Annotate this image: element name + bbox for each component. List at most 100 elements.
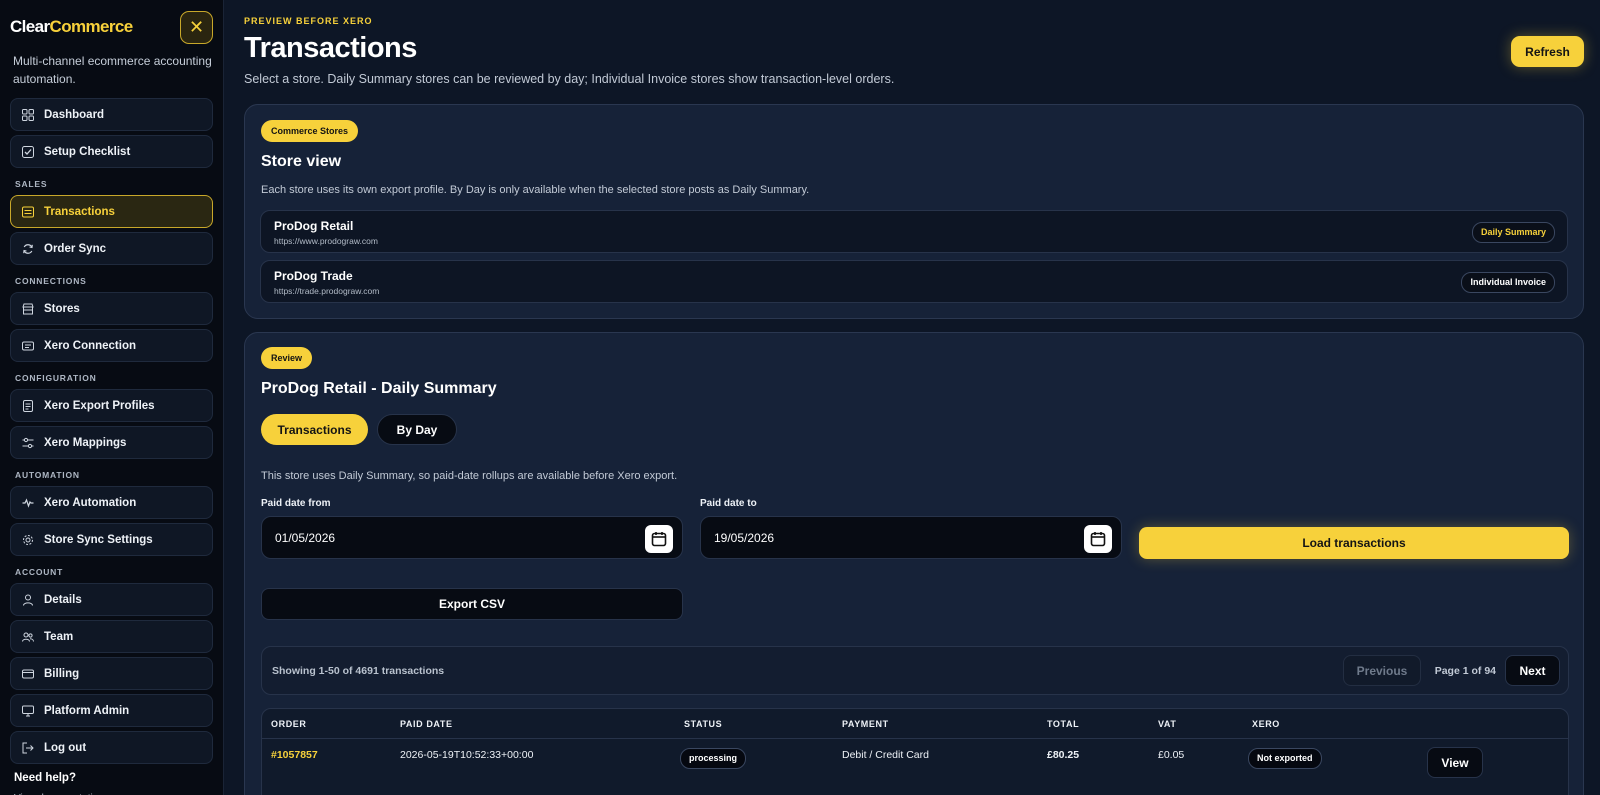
- section-label-configuration: CONFIGURATION: [15, 373, 97, 383]
- column-header-total[interactable]: TOTAL: [1047, 719, 1079, 729]
- sidebar-item-xero-mappings[interactable]: Xero Mappings: [10, 426, 213, 459]
- sidebar-item-xero-connection[interactable]: Xero Connection: [10, 329, 213, 362]
- calendar-icon[interactable]: [645, 525, 673, 553]
- sidebar-item-stores[interactable]: Stores: [10, 292, 213, 325]
- sidebar-item-label: Billing: [44, 667, 80, 680]
- sidebar-item-xero-automation[interactable]: Xero Automation: [10, 486, 213, 519]
- load-transactions-button[interactable]: Load transactions: [1139, 527, 1569, 559]
- grid-icon: [21, 108, 35, 122]
- column-header-status[interactable]: STATUS: [684, 719, 722, 729]
- sidebar-item-label: Details: [44, 593, 82, 606]
- team-icon: [21, 630, 35, 644]
- sidebar-item-label: Stores: [44, 302, 80, 315]
- paid-date-cell: 2026-05-19T10:52:33+00:00: [400, 749, 534, 761]
- store-url: https://trade.prodograw.com: [274, 286, 380, 296]
- view-documentation-link[interactable]: View documentation ↗: [10, 784, 213, 795]
- order-number-link[interactable]: #1057857: [271, 749, 318, 761]
- sidebar-item-label: Transactions: [44, 205, 115, 218]
- tab-transactions[interactable]: Transactions: [261, 414, 368, 445]
- page-title: Transactions: [244, 32, 417, 64]
- column-header-vat[interactable]: VAT: [1158, 719, 1176, 729]
- sidebar-item-setup-checklist[interactable]: Setup Checklist: [10, 135, 213, 168]
- store-row-prodog-trade[interactable]: ProDog Trade https://trade.prodograw.com…: [260, 260, 1568, 303]
- store-name: ProDog Retail: [274, 219, 354, 233]
- sidebar-item-label: Team: [44, 630, 74, 643]
- tab-by-day[interactable]: By Day: [377, 414, 457, 445]
- status-badge: processing: [680, 748, 747, 769]
- transactions-table: ORDER PAID DATE STATUS PAYMENT TOTAL VAT…: [261, 708, 1569, 795]
- sliders-icon: [21, 436, 35, 450]
- xero-status-badge: Not exported: [1248, 748, 1322, 769]
- sidebar-item-billing[interactable]: Billing: [10, 657, 213, 690]
- column-header-xero[interactable]: XERO: [1252, 719, 1280, 729]
- refresh-button[interactable]: Refresh: [1511, 36, 1584, 67]
- store-view-card: Commerce Stores Store view Each store us…: [244, 104, 1584, 319]
- sidebar-item-order-sync[interactable]: Order Sync: [10, 232, 213, 265]
- store-url: https://www.prodograw.com: [274, 236, 378, 246]
- page-indicator: Page 1 of 94: [1434, 665, 1496, 677]
- brand-logo[interactable]: ClearCommerce: [10, 17, 133, 37]
- close-sidebar-button[interactable]: ✕: [180, 10, 213, 44]
- section-label-account: ACCOUNT: [15, 567, 64, 577]
- next-page-button[interactable]: Next: [1505, 655, 1560, 686]
- section-label-connections: CONNECTIONS: [15, 276, 87, 286]
- logout-icon: [21, 741, 35, 755]
- store-row-prodog-retail[interactable]: ProDog Retail https://www.prodograw.com …: [260, 210, 1568, 253]
- date-value: 01/05/2026: [275, 530, 336, 545]
- checklist-icon: [21, 145, 35, 159]
- column-header-paid-date[interactable]: PAID DATE: [400, 719, 453, 729]
- section-label-sales: SALES: [15, 179, 48, 189]
- sidebar-item-label: Xero Export Profiles: [44, 399, 155, 412]
- sidebar-item-platform-admin[interactable]: Platform Admin: [10, 694, 213, 727]
- sidebar-item-label: Log out: [44, 741, 87, 754]
- monitor-icon: [21, 704, 35, 718]
- showing-count: Showing 1-50 of 4691 transactions: [272, 665, 445, 677]
- daily-summary-note: This store uses Daily Summary, so paid-d…: [261, 470, 678, 482]
- paid-date-to-label: Paid date to: [700, 498, 757, 509]
- sidebar-item-team[interactable]: Team: [10, 620, 213, 653]
- sidebar-item-store-sync-settings[interactable]: Store Sync Settings: [10, 523, 213, 556]
- store-mode-badge: Daily Summary: [1471, 222, 1555, 243]
- sidebar-item-transactions[interactable]: Transactions: [10, 195, 213, 228]
- sidebar-item-log-out[interactable]: Log out: [10, 731, 213, 764]
- commerce-stores-pill: Commerce Stores: [261, 120, 359, 142]
- card-icon: [21, 667, 35, 681]
- receipt-icon: [21, 205, 35, 219]
- sidebar-item-label: Xero Connection: [44, 339, 137, 352]
- vat-cell: £0.05: [1158, 749, 1185, 761]
- paid-date-to-input[interactable]: 19/05/2026: [700, 516, 1122, 559]
- close-icon: ✕: [188, 16, 205, 37]
- store-view-title: Store view: [261, 153, 342, 170]
- page-subtitle: Select a store. Daily Summary stores can…: [244, 72, 895, 86]
- section-label-automation: AUTOMATION: [15, 470, 80, 480]
- column-header-order[interactable]: ORDER: [271, 719, 307, 729]
- paid-date-from-label: Paid date from: [261, 498, 331, 509]
- sidebar-item-details[interactable]: Details: [10, 583, 213, 616]
- sidebar-item-label: Setup Checklist: [44, 145, 131, 158]
- page-eyebrow: PREVIEW BEFORE XERO: [244, 16, 373, 26]
- sidebar-item-label: Xero Mappings: [44, 436, 127, 449]
- sidebar-item-dashboard[interactable]: Dashboard: [10, 98, 213, 131]
- date-value: 19/05/2026: [714, 530, 775, 545]
- payment-cell: Debit / Credit Card: [842, 749, 929, 761]
- sidebar-item-label: Xero Automation: [44, 496, 137, 509]
- paid-date-from-input[interactable]: 01/05/2026: [261, 516, 683, 559]
- brand-tagline: Multi-channel ecommerce accounting autom…: [13, 54, 212, 86]
- sidebar: ClearCommerce ✕ Multi-channel ecommerce …: [0, 0, 224, 795]
- help-title: Need help?: [14, 772, 76, 784]
- pagination-bar: Showing 1-50 of 4691 transactions Previo…: [261, 646, 1569, 695]
- column-header-payment[interactable]: PAYMENT: [842, 719, 889, 729]
- view-order-button[interactable]: View: [1427, 747, 1483, 778]
- export-csv-button[interactable]: Export CSV: [261, 588, 683, 620]
- store-mode-badge: Individual Invoice: [1461, 272, 1555, 293]
- sidebar-item-xero-export-profiles[interactable]: Xero Export Profiles: [10, 389, 213, 422]
- sync-icon: [21, 242, 35, 256]
- calendar-icon[interactable]: [1084, 525, 1112, 553]
- pulse-icon: [21, 496, 35, 510]
- store-icon: [21, 302, 35, 316]
- table-header-divider: [262, 738, 1568, 739]
- total-cell: £80.25: [1047, 749, 1080, 761]
- gear-icon: [21, 533, 35, 547]
- previous-page-button[interactable]: Previous: [1343, 655, 1421, 686]
- review-pill: Review: [261, 347, 313, 369]
